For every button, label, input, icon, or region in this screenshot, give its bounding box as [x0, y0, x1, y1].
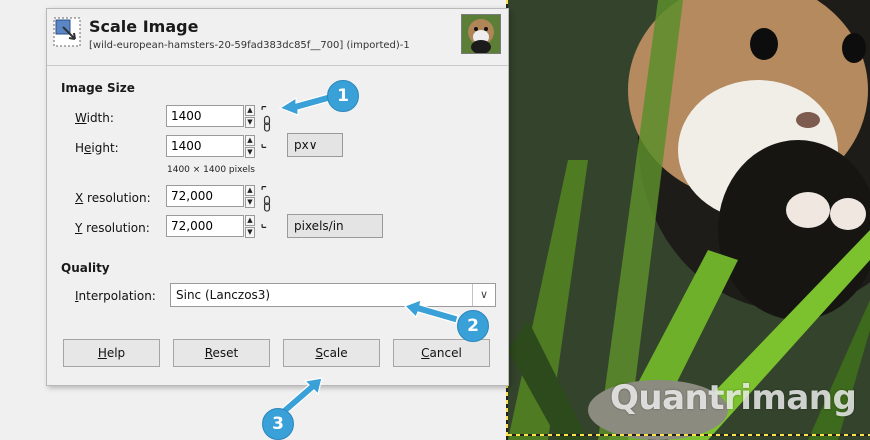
callout-badge-3: 3 — [262, 408, 294, 440]
arrow-to-chain-icon — [278, 92, 335, 116]
arrow-to-interpolation-icon — [403, 299, 459, 324]
callout-badge-2: 2 — [457, 310, 489, 342]
annotation-arrows — [278, 92, 459, 417]
callout-badge-1: 1 — [327, 80, 359, 112]
